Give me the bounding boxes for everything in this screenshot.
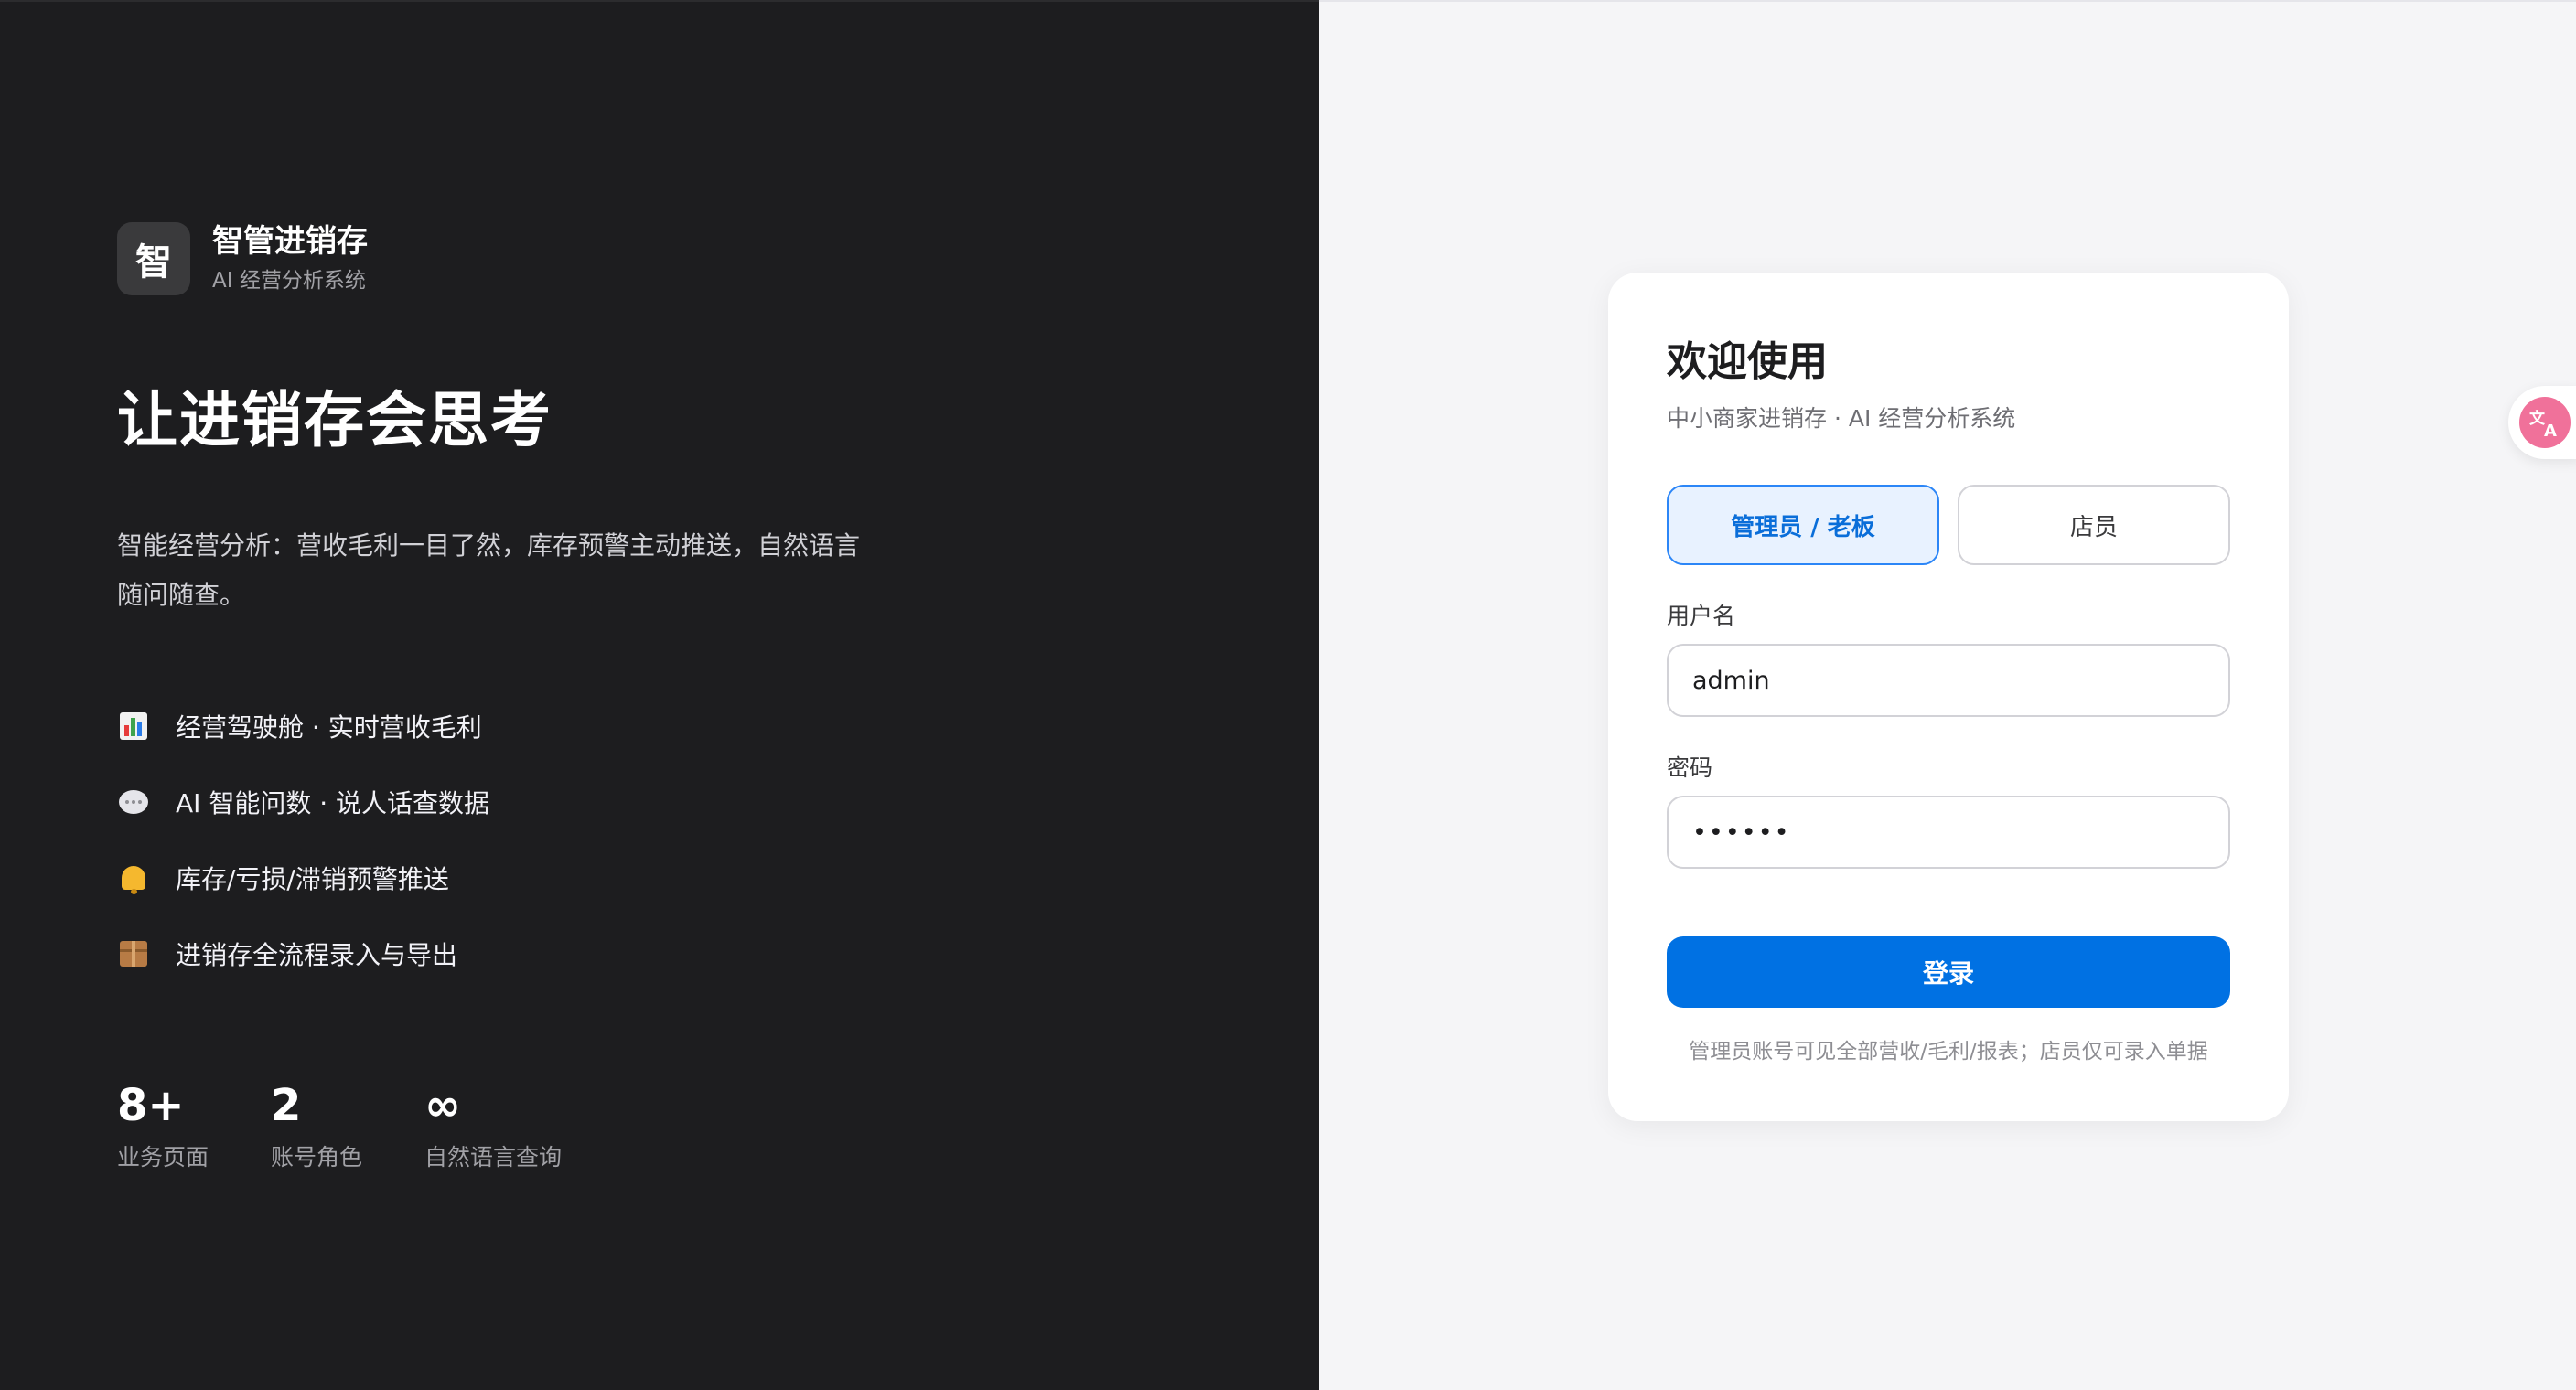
login-title: 欢迎使用 [1667,338,1828,385]
feature-list: 经营驾驶舱 · 实时营收毛利 AI 智能问数 · 说人话查数据 库存/亏损/滞销… [117,708,489,1011]
brand-name: 智管进销存 [212,223,368,260]
hero-description: 智能经营分析：营收毛利一目了然，库存预警主动推送，自然语言随问随查。 [117,530,861,610]
feature-label: AI 智能问数 · 说人话查数据 [176,788,490,818]
stat-value: 8+ [117,1080,185,1131]
package-icon [117,937,150,970]
password-input[interactable] [1667,796,2230,869]
username-label: 用户名 [1667,603,1736,629]
brand-logo: 智 [117,222,190,295]
username-input[interactable] [1667,644,2230,717]
stat-item: 8+ 业务页面 [117,1079,209,1172]
login-button[interactable]: 登录 [1667,936,2230,1008]
stat-label: 业务页面 [117,1144,209,1171]
login-card: 欢迎使用 中小商家进销存 · AI 经营分析系统 管理员 / 老板 店员 用户名… [1608,273,2289,1121]
bell-icon [117,861,150,894]
hero-panel: 智 智管进销存 AI 经营分析系统 让进销存会思考 智能经营分析：营收毛利一目了… [0,0,1319,1390]
stat-label: 自然语言查询 [424,1144,563,1171]
brand-subtitle: AI 经营分析系统 [212,269,366,293]
feature-item: 进销存全流程录入与导出 [117,936,489,972]
translate-button[interactable]: 文 A [2508,386,2576,459]
feature-item: 经营驾驶舱 · 实时营收毛利 [117,708,489,744]
hero-headline: 让进销存会思考 [117,385,553,455]
stats-row: 8+ 业务页面 2 账号角色 ∞ 自然语言查询 [117,1079,624,1172]
login-subtitle: 中小商家进销存 · AI 经营分析系统 [1667,405,2016,432]
role-admin-button[interactable]: 管理员 / 老板 [1667,485,1939,565]
stat-value: 2 [271,1080,302,1131]
translate-icon: 文 A [2519,397,2571,448]
stat-item: 2 账号角色 [271,1079,362,1172]
feature-item: AI 智能问数 · 说人话查数据 [117,784,489,820]
brand-text: 智管进销存 AI 经营分析系统 [212,221,368,296]
feature-label: 进销存全流程录入与导出 [176,940,458,970]
role-hint: 管理员账号可见全部营收/毛利/报表；店员仅可录入单据 [1689,1040,2208,1064]
feature-label: 经营驾驶舱 · 实时营收毛利 [176,712,482,743]
feature-label: 库存/亏损/滞销预警推送 [176,864,449,894]
brand: 智 智管进销存 AI 经营分析系统 [117,221,368,296]
stat-label: 账号角色 [271,1144,363,1171]
role-clerk-button[interactable]: 店员 [1958,485,2230,565]
stat-value: ∞ [424,1080,462,1131]
login-area: 欢迎使用 中小商家进销存 · AI 经营分析系统 管理员 / 老板 店员 用户名… [1319,0,2576,1390]
bar-chart-icon [117,710,150,743]
password-label: 密码 [1667,754,1713,781]
feature-item: 库存/亏损/滞销预警推送 [117,860,489,896]
svg-text:A: A [2544,422,2557,441]
speech-bubble-icon [117,786,150,818]
stat-item: ∞ 自然语言查询 [424,1079,562,1172]
role-switch: 管理员 / 老板 店员 [1667,485,2230,565]
